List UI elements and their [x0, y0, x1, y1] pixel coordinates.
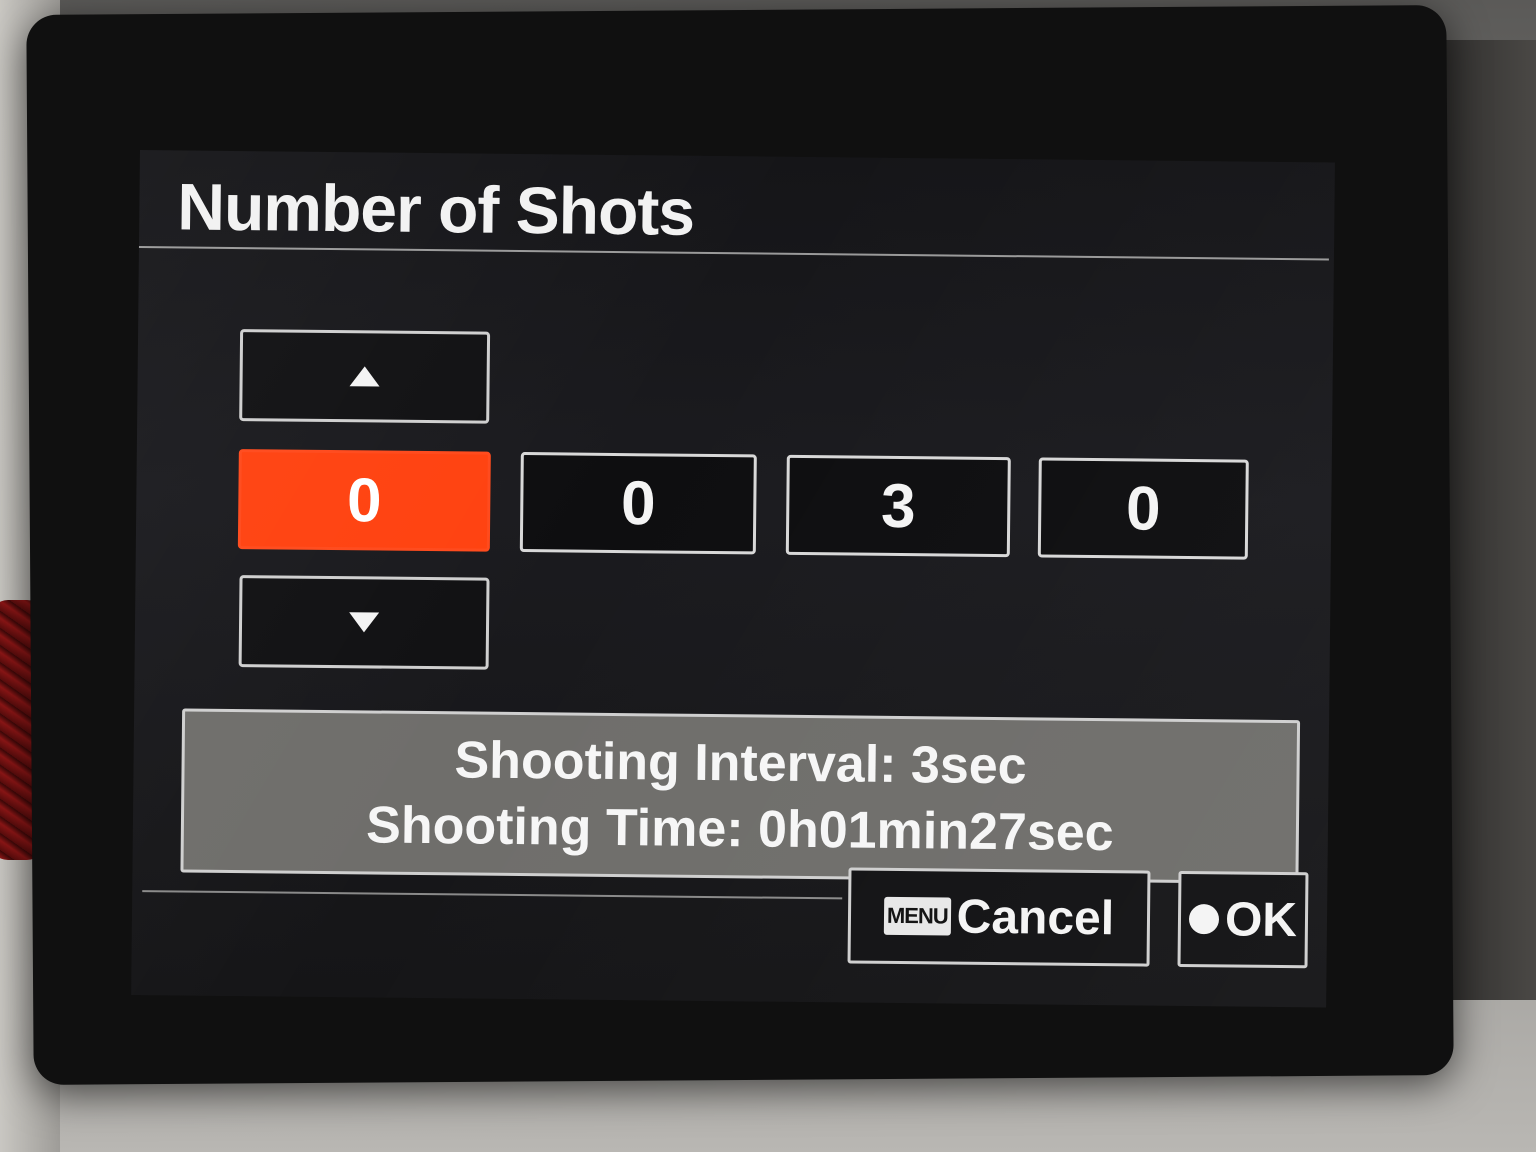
triangle-up-icon — [349, 366, 380, 387]
menu-key-icon: MENU — [883, 896, 951, 936]
bottom-divider — [142, 890, 843, 900]
digit-hundreds[interactable]: 0 — [519, 452, 757, 555]
ok-button[interactable]: OK — [1177, 870, 1309, 969]
decrement-button[interactable] — [238, 575, 490, 670]
ok-label: OK — [1224, 892, 1298, 947]
digit-tens[interactable]: 3 — [785, 454, 1011, 558]
info-panel: Shooting Interval: 3sec Shooting Time: 0… — [180, 708, 1301, 885]
cancel-button[interactable]: MENU Cancel — [847, 867, 1151, 967]
digit-ones[interactable]: 0 — [1037, 457, 1249, 560]
title-divider — [138, 245, 1329, 261]
triangle-down-icon — [348, 612, 380, 633]
increment-button[interactable] — [239, 329, 491, 424]
center-button-icon — [1188, 904, 1220, 935]
cancel-label: Cancel — [956, 890, 1115, 945]
digit-thousands[interactable]: 0 — [237, 449, 491, 552]
shooting-interval-text: Shooting Interval: 3sec — [454, 731, 1027, 796]
dialog-title: Number of Shots — [177, 169, 695, 249]
camera-screen: Number of Shots 0 0 3 0 Shooting Interva… — [131, 150, 1335, 1008]
shooting-time-text: Shooting Time: 0h01min27sec — [365, 796, 1114, 863]
